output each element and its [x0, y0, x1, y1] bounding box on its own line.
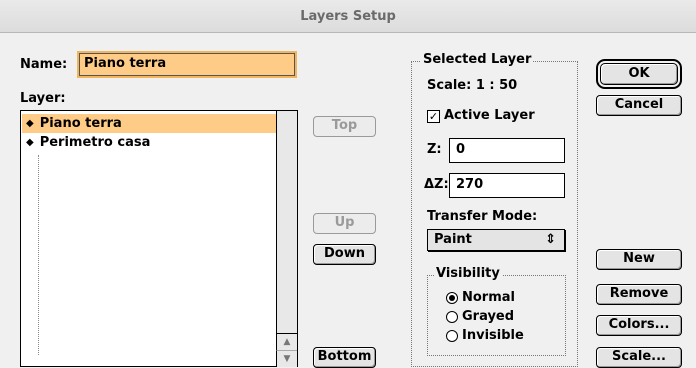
visibility-invisible-radio[interactable]: Invisible [446, 328, 524, 344]
list-item[interactable]: ◆ Perimetro casa [22, 133, 277, 152]
scale-button[interactable]: Scale... [596, 347, 682, 368]
z-field[interactable]: 0 [449, 138, 565, 163]
check-icon: ✓ [427, 109, 440, 123]
transfer-mode-label: Transfer Mode: [427, 209, 538, 224]
cancel-button[interactable]: Cancel [596, 95, 682, 116]
layer-bullet-icon: ◆ [26, 137, 34, 148]
scroll-up-arrow-icon[interactable]: ▲ [276, 333, 297, 350]
layer-list-label: Layer: [20, 91, 66, 106]
radio-selected-icon [446, 292, 458, 304]
active-layer-checkbox[interactable]: ✓ Active Layer [427, 108, 535, 124]
list-item-label: Piano terra [39, 116, 122, 131]
down-button[interactable]: Down [313, 244, 376, 265]
radio-label: Grayed [462, 309, 515, 324]
active-layer-label: Active Layer [444, 108, 535, 123]
new-button[interactable]: New [596, 249, 682, 270]
list-scrollbar[interactable] [276, 111, 297, 367]
layer-bullet-icon: ◆ [26, 118, 34, 129]
name-label: Name: [20, 57, 68, 72]
bottom-button[interactable]: Bottom [313, 347, 376, 368]
title-bar[interactable]: Layers Setup [0, 0, 696, 33]
ok-button[interactable]: OK [596, 59, 682, 89]
scale-text: Scale: 1 : 50 [427, 78, 518, 93]
visibility-legend: Visibility [434, 266, 502, 282]
window-title: Layers Setup [300, 8, 396, 24]
remove-button[interactable]: Remove [596, 284, 682, 305]
list-item-label: Perimetro casa [39, 135, 151, 150]
top-button[interactable]: Top [313, 116, 376, 137]
selected-layer-legend: Selected Layer [421, 52, 534, 68]
transfer-mode-value: Paint [434, 232, 472, 247]
up-button[interactable]: Up [313, 213, 376, 234]
z-label: Z: [427, 142, 442, 157]
list-item[interactable]: ◆ Piano terra [22, 114, 277, 133]
visibility-grayed-radio[interactable]: Grayed [446, 309, 514, 325]
layer-list[interactable]: ◆ Piano terra ◆ Perimetro casa [20, 110, 298, 367]
radio-unselected-icon [446, 330, 458, 342]
radio-label: Invisible [462, 328, 524, 343]
name-input[interactable]: Piano terra [77, 51, 297, 78]
radio-unselected-icon [446, 311, 458, 323]
list-guide-line [38, 155, 39, 355]
visibility-normal-radio[interactable]: Normal [446, 290, 515, 306]
scroll-down-arrow-icon[interactable]: ▼ [276, 350, 297, 367]
transfer-mode-select[interactable]: Paint ⇕ [427, 229, 565, 251]
popup-arrows-icon: ⇕ [545, 232, 556, 247]
colors-button[interactable]: Colors... [596, 315, 682, 336]
delta-z-field[interactable]: 270 [449, 173, 565, 198]
radio-label: Normal [462, 290, 515, 305]
delta-z-label: ΔZ: [424, 177, 449, 192]
